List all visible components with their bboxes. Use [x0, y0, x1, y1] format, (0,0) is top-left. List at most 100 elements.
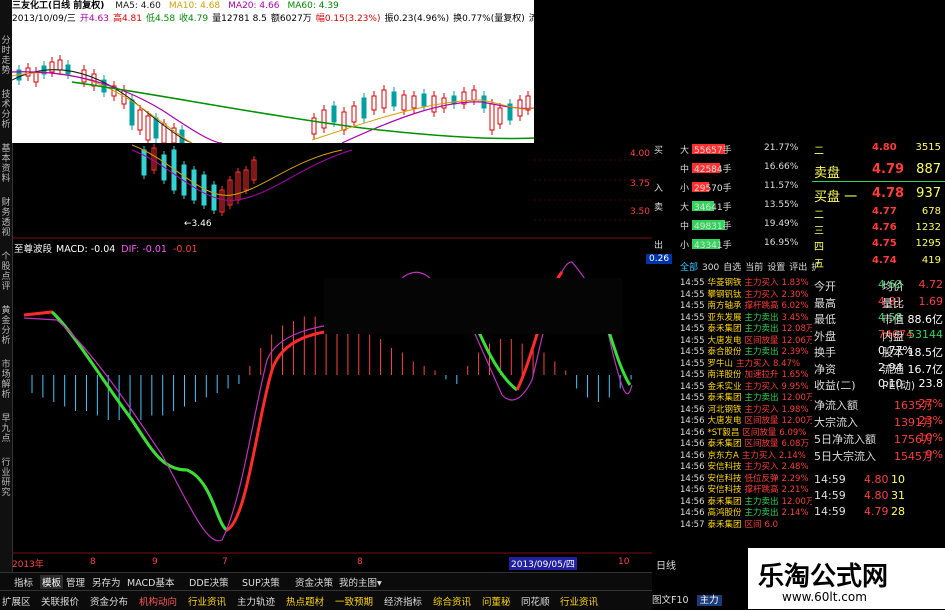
ticker-value: 2.21% — [781, 485, 809, 494]
quote-label: 最低 — [814, 313, 836, 326]
ticker-name: 泰禾集团 — [707, 519, 742, 529]
nav-item-9[interactable]: 综合资讯 — [433, 594, 471, 608]
kline-candle — [431, 95, 437, 113]
quote-row-1: 最高 4.81 量比 1.69 — [812, 295, 945, 311]
indicator-tab-6[interactable]: SUP决策 — [242, 575, 280, 589]
ticker-value: 6.02% — [781, 301, 809, 310]
indicator-tab-3[interactable]: 另存为 — [92, 575, 121, 589]
ticker-row: 14:56 泰禾集团 区间放量 6.08万 — [680, 437, 812, 448]
trade-row-0: 14:59 4.80 10 — [812, 473, 945, 489]
left-tab-4[interactable]: 个股点评 — [0, 252, 12, 292]
ticker-name: 泰禾集团 — [707, 393, 742, 402]
ticker-time: 14:56 — [680, 416, 705, 425]
kline-panel[interactable]: 三友化工(日线 前复权) MA5: 4.60 MA10: 4.68 MA20: 4.… — [12, 0, 534, 143]
nav-item-5[interactable]: 主力轨迹 — [237, 594, 275, 608]
indicator-tab-1[interactable]: 模板 — [40, 575, 64, 589]
ticker-row: 14:55 泰禾集团 主力卖出 12.08万 — [680, 322, 812, 333]
ticker-action: 主力买入 — [744, 278, 779, 287]
kline-chart[interactable] — [12, 0, 534, 143]
filter-item-5[interactable]: 评出 — [789, 263, 807, 273]
big-order-vol: 42584手 — [694, 165, 732, 175]
flow-pct: 23% — [918, 414, 943, 427]
ticker-action: 低位反弹 — [744, 473, 779, 483]
kline-candle — [49, 61, 55, 73]
ticker-value: 6.08万 — [781, 439, 809, 448]
axis-date-1: 8 — [90, 557, 96, 567]
indicator-tab-5[interactable]: DDE决策 — [189, 575, 229, 589]
order-vol: 937 — [916, 186, 941, 201]
flow-pct: 10% — [918, 431, 943, 444]
nav-item-11[interactable]: 同花顺 — [521, 594, 550, 608]
filter-item-3[interactable]: 当前 — [745, 263, 763, 273]
filter-item-6[interactable]: 扩 — [811, 263, 820, 273]
left-tab-5[interactable]: 黄金分析 — [0, 306, 12, 346]
left-tab-3[interactable]: 财务透视 — [0, 198, 12, 238]
ticker-name: 南方轴承 — [707, 301, 742, 310]
ticker-row: 14:56 河北钢铁 主力买入 1.98% — [680, 403, 812, 414]
big-order-pct: 16.66% — [764, 162, 799, 172]
ticker-name: 泰禾集团 — [707, 324, 742, 333]
axis-date-5: 2013/09/05/四 — [509, 557, 577, 570]
quote-value-2: 16.7亿 — [907, 362, 944, 376]
ticker-time: 14:55 — [680, 358, 705, 368]
filter-item-4[interactable]: 设置 — [767, 263, 785, 273]
ticker-value: 2.29% — [781, 473, 809, 483]
left-tab-0[interactable]: 分时走势 — [0, 36, 12, 76]
kline-candle — [401, 94, 407, 111]
nav-item-4[interactable]: 行业资讯 — [188, 594, 226, 608]
nav-item-8[interactable]: 经济指标 — [384, 594, 422, 608]
trade-vol: 28 — [891, 505, 905, 518]
nav-item-1[interactable]: 关联报价 — [41, 594, 79, 608]
ticker-time: 14:56 — [680, 439, 705, 448]
ticker-action: 主力买入 — [744, 462, 779, 471]
indicator-tab-2[interactable]: 管理 — [66, 575, 85, 589]
kline-candle — [145, 115, 151, 141]
nav-item-0[interactable]: 扩展区 — [2, 594, 31, 608]
quote-label: 净资 — [814, 362, 836, 376]
ticker-time: 14:55 — [680, 312, 705, 322]
indicator-tab-8[interactable]: 我的主图▾ — [339, 575, 382, 589]
indicator-tab-4[interactable]: MACD基本 — [127, 575, 174, 589]
nav-item-3[interactable]: 机构动向 — [139, 594, 177, 608]
ticker-name: 安信科技 — [707, 485, 742, 494]
quote-label-2: 内盘 — [882, 329, 904, 343]
logo-url: www.60lt.com — [782, 590, 867, 604]
ticker-value: 3.45% — [781, 312, 809, 322]
left-tab-8[interactable]: 行业研究 — [0, 458, 12, 498]
ticker-name: 南洋股份 — [707, 370, 742, 379]
left-tab-2[interactable]: 基本资料 — [0, 144, 12, 184]
ticker-name: 罗牛山 — [707, 358, 734, 368]
left-tab-1[interactable]: 技术分析 — [0, 90, 12, 130]
ticker-row: 14:55 大唐发电 区间放量 12.06万 — [680, 334, 812, 345]
filter-item-1[interactable]: 300 — [702, 263, 719, 273]
ticker-action: 主力买入 — [736, 358, 771, 368]
ticker-value: 12.06万 — [781, 335, 812, 345]
nav-item-12[interactable]: 行业资讯 — [560, 594, 598, 608]
filter-item-2[interactable]: 自选 — [723, 263, 741, 273]
nav-item-6[interactable]: 热点题材 — [286, 594, 324, 608]
ticker-row: 14:55 攀钢钒钛 主力买入 2.30% — [680, 288, 812, 299]
left-tab-6[interactable]: 市场解析 — [0, 360, 12, 400]
indicator-tab-7[interactable]: 资金决策 — [295, 575, 333, 589]
ticker-action: 加速拉升 — [744, 370, 779, 379]
kline-candle — [331, 105, 337, 123]
ticker-value: 9.95% — [781, 381, 809, 391]
big-order-side: 买 — [654, 146, 664, 156]
nav-item-7[interactable]: 一致预期 — [335, 594, 373, 608]
kline-candle — [361, 97, 367, 119]
quote-row-5: 净资 2.94 流通 16.7亿 — [812, 361, 945, 377]
nav-item-2[interactable]: 资金分布 — [90, 594, 128, 608]
left-tab-7[interactable]: 早九点 — [0, 414, 12, 444]
ticker-name: 泰禾集团 — [707, 496, 742, 506]
nav-item-10[interactable]: 问董秘 — [482, 594, 511, 608]
dif-line-red — [23, 310, 363, 532]
ticker-row: 14:57 泰禾集团 区间 6.0 — [680, 518, 812, 529]
ticker-row: 14:56 高鸿股份 主力卖出 2.14% — [680, 506, 812, 517]
right-tab-0[interactable]: 图文F10 — [652, 595, 689, 606]
right-tab-1[interactable]: 主力 — [696, 595, 722, 606]
indicator-tab-0[interactable]: 指标 — [14, 575, 33, 589]
order-vol: 3515 — [915, 142, 941, 153]
filter-item-0[interactable]: 全部 — [680, 263, 698, 273]
ticker-time: 14:55 — [680, 347, 705, 356]
quote-value-2: 18.5亿 — [907, 346, 944, 359]
